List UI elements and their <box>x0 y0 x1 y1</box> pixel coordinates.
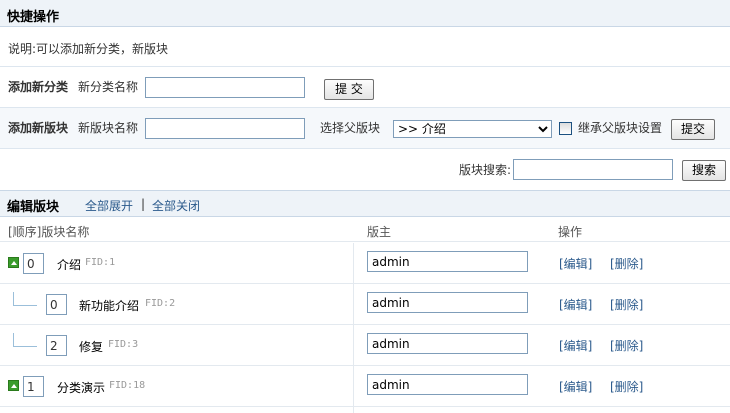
delete-link[interactable]: [删除] <box>610 296 643 313</box>
add-forum-row: 添加新版块 新版块名称 选择父版块 >> 介绍 继承父版块设置 提交 <box>0 108 730 148</box>
order-input[interactable]: 1 <box>23 376 44 397</box>
divider <box>0 148 730 149</box>
forum-fid: FID:3 <box>108 339 139 350</box>
parent-forum-label: 选择父版块 <box>320 121 381 135</box>
col-header-operations: 操作 <box>558 225 583 239</box>
add-forum-submit-button[interactable]: 提交 <box>671 119 715 140</box>
edit-link[interactable]: [编辑] <box>559 378 592 395</box>
inherit-settings-checkbox[interactable] <box>559 122 572 135</box>
forum-search-input[interactable] <box>513 159 673 180</box>
category-name-input[interactable] <box>145 77 305 98</box>
moderator-input[interactable]: admin <box>367 333 528 354</box>
parent-forum-select[interactable]: >> 介绍 <box>393 120 552 138</box>
category-name-label: 新分类名称 <box>78 80 139 94</box>
add-category-label: 添加新分类 <box>8 80 69 94</box>
quick-ops-header: 快捷操作 <box>0 0 730 27</box>
forum-name-input[interactable] <box>145 118 305 139</box>
moderator-input[interactable]: admin <box>367 292 528 313</box>
table-row: 2 修复 FID:3 admin [编辑] [删除] <box>0 325 730 366</box>
table-header: [顺序]版块名称 版主 操作 <box>0 218 730 242</box>
edit-link[interactable]: [编辑] <box>559 296 592 313</box>
tree-connector <box>13 305 37 306</box>
delete-link[interactable]: [删除] <box>610 378 643 395</box>
edit-forums-header: 编辑版块 全部展开 | 全部关闭 <box>0 190 730 217</box>
tree-connector <box>13 333 14 347</box>
table-row: 0 新功能介绍 FID:2 admin [编辑] [删除] <box>0 284 730 325</box>
order-input[interactable]: 0 <box>23 253 44 274</box>
quick-ops-title: 快捷操作 <box>7 10 60 25</box>
add-category-row: 添加新分类 新分类名称 提 交 <box>0 67 730 107</box>
moderator-input[interactable]: admin <box>367 251 528 272</box>
order-input[interactable]: 0 <box>46 294 67 315</box>
forum-name: 修复 <box>79 340 104 354</box>
forum-search-label: 版块搜索: <box>459 163 512 177</box>
forum-name: 分类演示 <box>57 381 106 395</box>
link-separator: | <box>141 197 146 211</box>
expand-all-link[interactable]: 全部展开 <box>85 197 133 214</box>
collapse-all-link[interactable]: 全部关闭 <box>152 197 200 214</box>
moderator-input[interactable]: admin <box>367 374 528 395</box>
forum-name-label: 新版块名称 <box>78 121 139 135</box>
forum-fid: FID:2 <box>145 298 176 309</box>
delete-link[interactable]: [删除] <box>610 337 643 354</box>
forum-fid: FID:1 <box>85 257 116 268</box>
col-header-name: [顺序]版块名称 <box>8 225 90 239</box>
collapse-toggle-icon[interactable] <box>8 380 19 391</box>
edit-link[interactable]: [编辑] <box>559 337 592 354</box>
edit-link[interactable]: [编辑] <box>559 255 592 272</box>
forum-search-button[interactable]: 搜索 <box>682 160 726 181</box>
delete-link[interactable]: [删除] <box>610 255 643 272</box>
edit-forums-title: 编辑版块 <box>7 200 60 215</box>
col-header-moderator: 版主 <box>367 225 392 239</box>
order-input[interactable]: 2 <box>46 335 67 356</box>
forum-fid: FID:18 <box>109 380 146 391</box>
forum-name: 介绍 <box>57 258 82 272</box>
table-row: 1 分类演示 FID:18 admin [编辑] [删除] <box>0 366 730 407</box>
tree-connector <box>13 346 37 347</box>
inherit-settings-label: 继承父版块设置 <box>578 121 663 135</box>
forum-name: 新功能介绍 <box>79 299 140 313</box>
add-category-submit-button[interactable]: 提 交 <box>324 79 374 100</box>
add-forum-label: 添加新版块 <box>8 121 69 135</box>
table-row: 0 介绍 FID:1 admin [编辑] [删除] <box>0 243 730 284</box>
collapse-toggle-icon[interactable] <box>8 257 19 268</box>
quick-ops-note: 说明:可以添加新分类，新版块 <box>8 42 169 56</box>
tree-connector <box>13 292 14 306</box>
